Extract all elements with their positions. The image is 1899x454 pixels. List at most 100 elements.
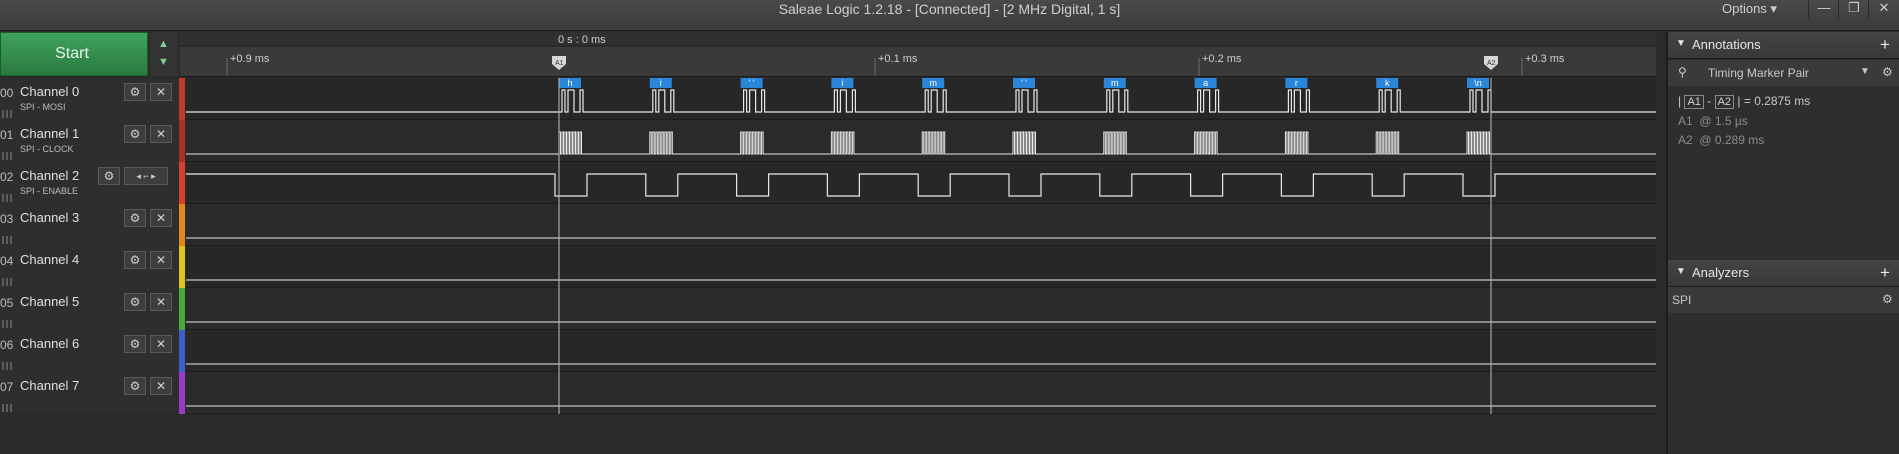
pair-value: = 0.2875 ms [1743,94,1811,108]
restore-icon[interactable]: ❐ [1838,0,1869,18]
start-options-arrows[interactable]: ▲ ▼ [150,32,178,76]
gear-icon[interactable]: ⚙ [124,209,146,227]
marker-a1[interactable]: A1 [552,56,566,70]
channel-color-bar [179,162,185,204]
channel-name[interactable]: Channel 3 [20,210,79,225]
arrow-up-icon[interactable]: ▲ [158,38,169,50]
pin-icon: ⚲ [1678,65,1687,79]
drag-handle[interactable] [2,404,12,412]
channel-name[interactable]: Channel 4 [20,252,79,267]
time-ruler[interactable]: 0 s : 0 ms +0.9 ms +0.1 ms +0.2 ms +0.3 … [180,32,1656,77]
channel-number: 05 [0,296,14,310]
start-button[interactable]: Start [0,32,148,76]
start-button-label: Start [55,45,89,62]
channel-name[interactable]: Channel 2 [20,168,79,183]
decoded-byte-label: a [1203,78,1208,88]
drag-handle[interactable] [2,152,12,160]
channel-row-2[interactable]: 02 Channel 2 SPI - ENABLE ⚙ ◂ ⌐ ▸ [0,162,180,205]
gear-icon[interactable]: ⚙ [124,83,146,101]
row-background [186,162,1656,204]
close-icon[interactable]: ✕ [150,293,172,311]
channel-name[interactable]: Channel 1 [20,126,79,141]
channel-number: 03 [0,212,14,226]
channel-name[interactable]: Channel 7 [20,378,79,393]
collapse-icon[interactable]: ▼ [1676,38,1686,49]
close-icon[interactable]: ✕ [150,125,172,143]
drag-handle[interactable] [2,278,12,286]
window-title: Saleae Logic 1.2.18 - [Connected] - [2 M… [778,1,1121,17]
add-annotation-icon[interactable]: + [1875,35,1895,55]
analyzer-label: SPI [1672,293,1692,307]
close-icon[interactable]: ✕ [150,251,172,269]
analyzers-title: Analyzers [1692,265,1750,280]
pair-a1-tag: A1 [1684,95,1704,109]
row-background [186,246,1656,288]
gear-icon[interactable]: ⚙ [124,377,146,395]
row-background [186,330,1656,372]
drag-handle[interactable] [2,236,12,244]
channel-number: 01 [0,128,14,142]
close-icon[interactable]: ✕ [150,335,172,353]
decoded-byte-label: m [929,78,937,88]
analyzers-header[interactable]: ▼ Analyzers + [1668,260,1899,287]
dropdown-arrow-icon[interactable]: ▼ [1860,66,1870,77]
channel-name[interactable]: Channel 6 [20,336,79,351]
add-analyzer-icon[interactable]: + [1875,263,1895,283]
a2-readout: A2 @ 0.289 ms [1678,133,1764,147]
drag-handle[interactable] [2,362,12,370]
tick-label: +0.9 ms [230,53,270,65]
annotations-header[interactable]: ▼ Annotations + [1668,32,1899,59]
channel-row-0[interactable]: 00 Channel 0 SPI - MOSI ⚙ ✕ [0,78,180,121]
analyzer-item[interactable]: SPI ⚙ [1668,287,1899,313]
tick-label: +0.1 ms [878,53,918,65]
close-icon[interactable]: ✕ [150,377,172,395]
channel-row-6[interactable]: 06 Channel 6 ⚙ ✕ [0,330,180,373]
marker-a2[interactable]: A2 [1484,56,1498,70]
gear-icon[interactable]: ⚙ [124,251,146,269]
marker-a2-label: A2 [1487,60,1496,67]
trigger-edge-selector[interactable]: ◂ ⌐ ▸ [124,167,168,185]
pair-a2-tag: A2 [1714,95,1735,109]
time-ruler-svg: 0 s : 0 ms +0.9 ms +0.1 ms +0.2 ms +0.3 … [180,32,1656,76]
decoded-byte-label: i [660,78,662,88]
close-window-icon[interactable]: ✕ [1868,0,1899,18]
gear-icon[interactable]: ⚙ [1882,292,1893,306]
timing-marker-pair-row[interactable]: ⚲ Timing Marker Pair ▼ ⚙ [1668,60,1899,86]
channel-row-1[interactable]: 01 Channel 1 SPI - CLOCK ⚙ ✕ [0,120,180,163]
channel-list: 00 Channel 0 SPI - MOSI ⚙ ✕ 01 Channel 1… [0,78,185,415]
close-icon[interactable]: ✕ [150,209,172,227]
gear-icon[interactable]: ⚙ [124,335,146,353]
gear-icon[interactable]: ⚙ [1882,65,1893,79]
channel-row-7[interactable]: 07 Channel 7 ⚙ ✕ [0,372,180,415]
arrow-down-icon[interactable]: ▼ [158,56,169,68]
drag-handle[interactable] [2,110,12,118]
channel-name[interactable]: Channel 0 [20,84,79,99]
gear-icon[interactable]: ⚙ [124,125,146,143]
close-icon[interactable]: ✕ [150,83,172,101]
options-menu-button[interactable]: Options ▾ [1722,0,1777,18]
channel-color-bar [179,288,185,330]
waveform-svg[interactable]: h i ' ' i m ' ' m a r k \n [186,78,1656,414]
drag-handle[interactable] [2,194,12,202]
channel-analyzer-label: SPI - MOSI [20,102,66,112]
drag-handle[interactable] [2,320,12,328]
marker-a1-label: A1 [555,60,564,67]
channel-color-bar [179,204,185,246]
gear-icon[interactable]: ⚙ [124,293,146,311]
channel-row-3[interactable]: 03 Channel 3 ⚙ ✕ [0,204,180,247]
decoded-byte-label: \n [1474,78,1482,88]
row-background [186,78,1656,120]
timing-pair-label: Timing Marker Pair [1708,66,1809,80]
channel-row-4[interactable]: 04 Channel 4 ⚙ ✕ [0,246,180,289]
bottom-area [0,414,1656,454]
channel-analyzer-label: SPI - ENABLE [20,186,79,196]
decoded-byte-label: k [1385,78,1390,88]
channel-color-bar [179,372,185,414]
channel-row-5[interactable]: 05 Channel 5 ⚙ ✕ [0,288,180,331]
waveform-area[interactable]: h i ' ' i m ' ' m a r k \n [186,78,1656,414]
minimize-icon[interactable]: — [1808,0,1839,18]
channel-name[interactable]: Channel 5 [20,294,79,309]
gear-icon[interactable]: ⚙ [98,167,120,185]
channel-number: 07 [0,380,14,394]
collapse-icon[interactable]: ▼ [1676,266,1686,277]
